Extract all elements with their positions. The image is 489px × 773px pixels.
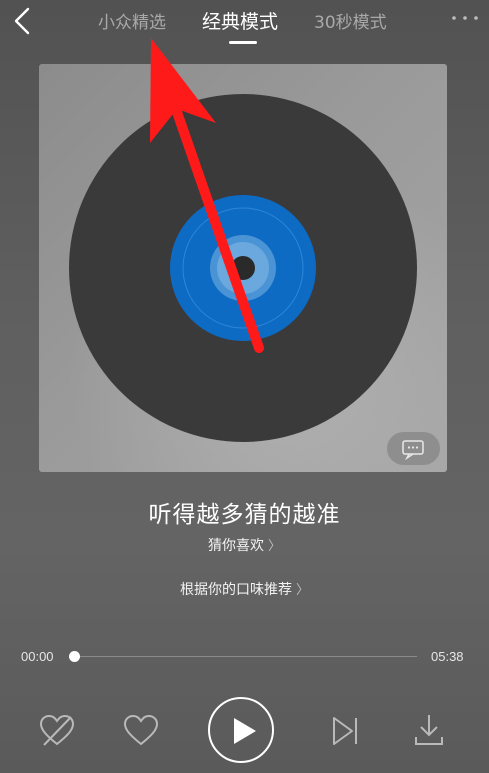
next-track-icon[interactable] (330, 715, 360, 747)
chevron-right-icon: 〉 (267, 539, 281, 554)
progress-bar[interactable] (73, 656, 417, 657)
total-time: 05:38 (431, 649, 464, 664)
comment-icon (402, 440, 424, 460)
vinyl-record[interactable] (39, 64, 447, 472)
recommendation-label: 根据你的口味推荐 (179, 582, 292, 598)
progress-knob[interactable] (69, 651, 80, 662)
download-icon[interactable] (413, 713, 445, 747)
tab-30s-mode[interactable]: 30秒模式 (314, 8, 387, 33)
playlist-link[interactable]: 猜你喜欢〉 (0, 535, 489, 555)
player-screen: 小众精选 经典模式 30秒模式 听得越多猜的越准 猜你喜欢 〉 根据你的口味推荐… (0, 0, 489, 773)
more-options-icon[interactable] (448, 8, 482, 28)
tab-classic-mode[interactable]: 经典模式 (202, 7, 278, 34)
playlist-label: 猜你喜欢 (207, 538, 264, 554)
dislike-icon[interactable] (38, 713, 76, 749)
play-icon (234, 718, 256, 744)
comment-button[interactable] (387, 432, 440, 465)
top-bar: 小众精选 经典模式 30秒模式 (0, 0, 489, 48)
active-tab-indicator (229, 41, 257, 44)
chevron-right-icon: 〉 (295, 583, 309, 598)
current-time: 00:00 (21, 649, 54, 664)
like-heart-icon[interactable] (122, 713, 160, 749)
recommendation-link[interactable]: 根据你的口味推荐〉 (0, 579, 489, 599)
album-art-panel (39, 64, 447, 472)
song-title: 听得越多猜的越准 (148, 502, 341, 528)
tab-niche-picks[interactable]: 小众精选 (98, 8, 166, 33)
play-button[interactable] (208, 697, 274, 763)
back-icon[interactable] (8, 4, 38, 36)
